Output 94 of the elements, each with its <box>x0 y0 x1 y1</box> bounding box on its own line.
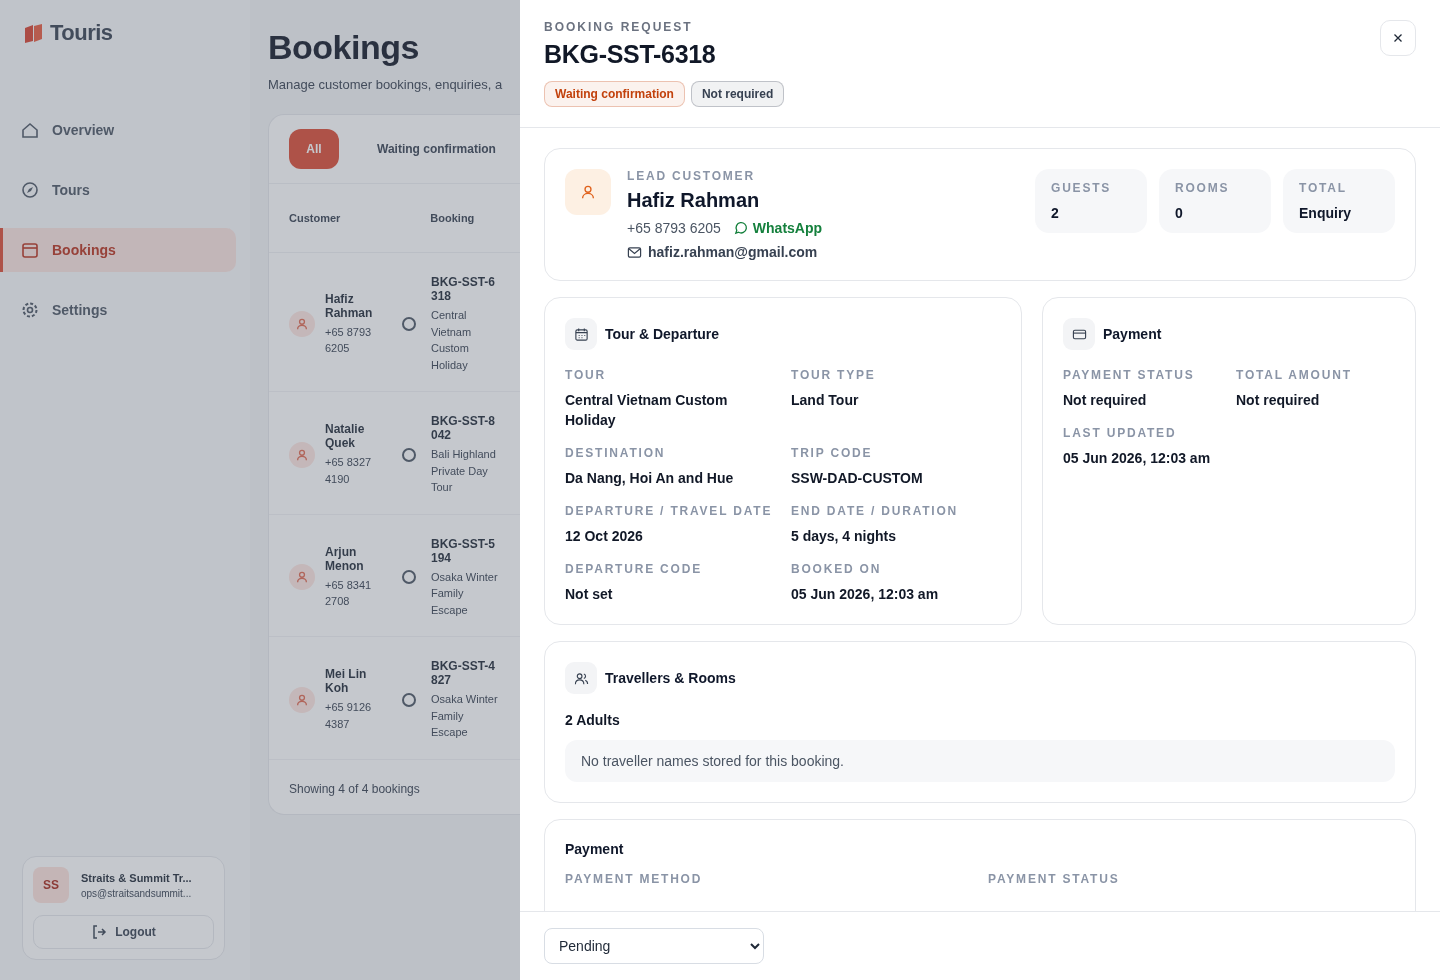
column-header: Customer <box>289 212 341 224</box>
compass-icon <box>20 180 40 200</box>
traveller-summary: 2 Adults <box>565 712 621 728</box>
stat-value: Enquiry <box>1299 205 1353 221</box>
mail-icon <box>627 244 642 260</box>
page-title: Bookings <box>268 28 420 67</box>
avatar-icon <box>289 564 315 591</box>
booking-code: BKG-SST-6318 <box>431 275 496 303</box>
brand-name: Touris <box>50 20 113 46</box>
field-value: 12 Oct 2026 <box>565 527 644 546</box>
person-icon <box>565 169 611 215</box>
field-label: PAYMENT STATUS <box>1063 368 1196 382</box>
stat-label: TOTAL <box>1299 181 1348 195</box>
field-label: PAYMENT STATUS <box>988 872 1121 886</box>
card-icon <box>1063 318 1095 350</box>
filter-tab[interactable]: All <box>289 129 339 169</box>
status-badge: Waiting confirmation <box>544 81 685 107</box>
field-value: Land Tour <box>791 391 860 410</box>
account-name: Straits & Summit Tr... <box>81 871 192 884</box>
people-icon <box>565 662 597 694</box>
tour-name: Osaka Winter Family Escape <box>431 569 499 618</box>
field-value: 05 Jun 2026, 12:03 am <box>791 585 940 604</box>
chat-bubble-icon <box>732 220 748 236</box>
customer-phone: +65 8793 6205 <box>325 324 373 356</box>
field-label: TOUR TYPE <box>791 368 877 382</box>
field-label: TRIP CODE <box>791 446 874 460</box>
field-value: 5 days, 4 nights <box>791 527 898 546</box>
account-avatar: SS <box>33 867 69 903</box>
account-email: ops@straitsandsummit... <box>81 887 192 899</box>
stat-value: 0 <box>1175 205 1184 221</box>
tour-name: Bali Highland Private Day Tour <box>431 447 497 495</box>
booking-code: BKG-SST-5194 <box>431 536 496 565</box>
booking-code: BKG-SST-4827 <box>431 659 496 687</box>
avatar-icon <box>289 686 315 713</box>
status-badge: Not required <box>690 81 785 107</box>
field-label: BOOKED ON <box>791 562 883 576</box>
field-value: SSW-DAD-CUSTOM <box>791 469 924 488</box>
stat-value: 2 <box>1051 205 1060 221</box>
field-label: DEPARTURE / TRAVEL DATE <box>565 504 774 518</box>
calendar-icon <box>565 318 597 350</box>
tour-name: Osaka Winter Family Escape <box>431 692 499 740</box>
field-value: Not required <box>1063 391 1148 410</box>
customer-phone: +65 9126 4387 <box>325 700 373 732</box>
calendar-icon <box>20 240 40 260</box>
drawer-title: BKG-SST-6318 <box>544 40 717 69</box>
home-icon <box>20 120 40 140</box>
field-label: END DATE / DURATION <box>791 504 960 518</box>
customer-name: Mei Lin Koh <box>325 667 368 696</box>
whatsapp-link[interactable]: WhatsApp <box>732 220 823 236</box>
nav-item[interactable]: Bookings <box>0 228 236 272</box>
nav-item[interactable]: Settings <box>0 288 236 332</box>
field-label: LEAD CUSTOMER <box>627 169 756 183</box>
booking-code: BKG-SST-8042 <box>431 414 496 442</box>
drawer-eyebrow: BOOKING REQUEST <box>544 20 694 34</box>
avatar-icon <box>289 441 315 468</box>
nav-item[interactable]: Tours <box>0 168 236 212</box>
field-value: Not set <box>565 585 614 604</box>
close-button[interactable] <box>1380 20 1416 56</box>
avatar-icon <box>289 311 315 337</box>
nav-item[interactable]: Overview <box>0 108 236 152</box>
logout-icon <box>91 924 108 940</box>
field-value: Central Vietnam Custom Holiday <box>565 391 729 430</box>
field-value: Da Nang, Hoi An and Hue <box>565 469 735 488</box>
card-title: Payment <box>565 841 624 857</box>
customer-name: Natalie Quek <box>325 422 366 451</box>
filter-tab[interactable]: Waiting confirmation <box>363 129 510 169</box>
field-label: TOUR <box>565 368 607 382</box>
tour-name: Central Vietnam Custom Holiday <box>431 308 473 373</box>
field-label: DEPARTURE CODE <box>565 562 703 576</box>
customer-name: Hafiz Rahman <box>325 291 374 320</box>
card-title: Travellers & Rooms <box>605 670 736 686</box>
stat-label: ROOMS <box>1175 181 1231 195</box>
empty-note: No traveller names stored for this booking. <box>565 740 1395 782</box>
field-label: PAYMENT METHOD <box>565 872 704 886</box>
field-value: 05 Jun 2026, 12:03 am <box>1063 449 1212 468</box>
stat-label: GUESTS <box>1051 181 1113 195</box>
column-header: Booking <box>430 212 475 224</box>
card-title: Tour & Departure <box>605 326 720 342</box>
customer-name: Hafiz Rahman <box>627 189 761 212</box>
field-value: Not required <box>1236 391 1321 410</box>
field-label: TOTAL AMOUNT <box>1236 368 1353 382</box>
customer-phone: +65 8341 2708 <box>325 577 373 610</box>
field-label: LAST UPDATED <box>1063 426 1178 440</box>
customer-name: Arjun Menon <box>325 544 365 573</box>
card-title: Payment <box>1103 326 1162 342</box>
results-count: Showing 4 of 4 bookings <box>288 780 421 798</box>
status-select[interactable]: Pending <box>544 928 764 964</box>
field-label: DESTINATION <box>565 446 667 460</box>
logout-button[interactable]: Logout <box>33 915 214 949</box>
customer-phone: +65 8793 6205 <box>627 220 721 236</box>
settings-icon <box>20 300 40 320</box>
customer-phone: +65 8327 4190 <box>325 455 373 487</box>
page-subtitle: Manage customer bookings, enquiries, a <box>268 77 504 92</box>
customer-email: hafiz.rahman@gmail.com <box>648 244 818 260</box>
